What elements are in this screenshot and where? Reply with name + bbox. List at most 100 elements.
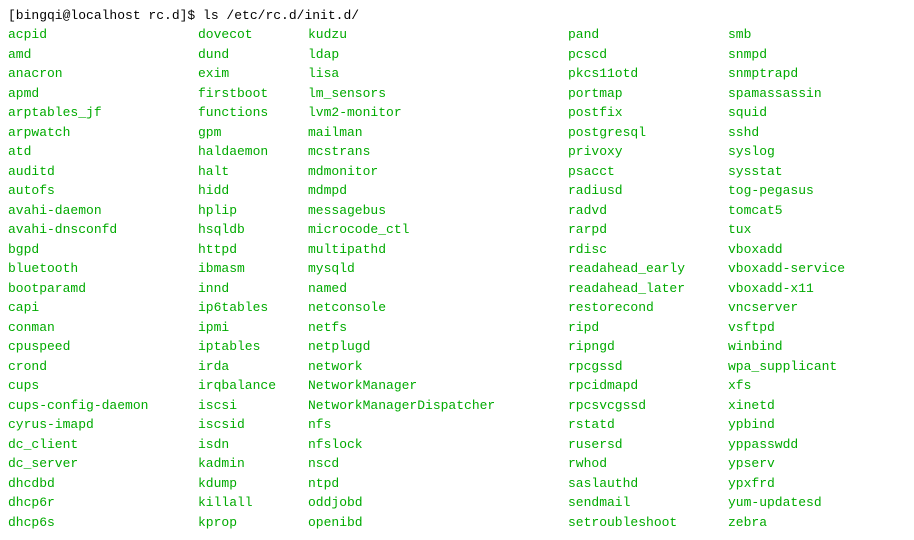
file-entry: tomcat5 [728,201,888,221]
file-entry: irqbalance [198,376,308,396]
file-entry: wpa_supplicant [728,357,888,377]
file-entry: restorecond [568,298,728,318]
file-entry: hplip [198,201,308,221]
file-entry: dund [198,45,308,65]
file-entry: isdn [198,435,308,455]
file-entry: vboxadd [728,240,888,260]
file-entry: pkcs11otd [568,64,728,84]
file-entry: crond [8,357,198,377]
file-entry: hsqldb [198,220,308,240]
file-entry: netfs [308,318,568,338]
file-entry: bootparamd [8,279,198,299]
file-entry: irda [198,357,308,377]
file-entry: amd [8,45,198,65]
directory-listing: acpidamdanacronapmdarptables_jfarpwatcha… [8,25,906,532]
file-entry: httpd [198,240,308,260]
file-entry: openibd [308,513,568,533]
file-entry: ripd [568,318,728,338]
file-entry: messagebus [308,201,568,221]
file-entry: ibmasm [198,259,308,279]
file-entry: avahi-dnsconfd [8,220,198,240]
listing-column-1: acpidamdanacronapmdarptables_jfarpwatcha… [8,25,198,532]
file-entry: mcstrans [308,142,568,162]
file-entry: smb [728,25,888,45]
file-entry: mailman [308,123,568,143]
file-entry: capi [8,298,198,318]
file-entry: syslog [728,142,888,162]
file-entry: iptables [198,337,308,357]
file-entry: kudzu [308,25,568,45]
file-entry: network [308,357,568,377]
file-entry: dhcp6r [8,493,198,513]
file-entry: mdmpd [308,181,568,201]
file-entry: postfix [568,103,728,123]
file-entry: dovecot [198,25,308,45]
file-entry: cpuspeed [8,337,198,357]
file-entry: saslauthd [568,474,728,494]
file-entry: lisa [308,64,568,84]
file-entry: rwhod [568,454,728,474]
file-entry: halt [198,162,308,182]
file-entry: yum-updatesd [728,493,888,513]
file-entry: ipmi [198,318,308,338]
file-entry: cups-config-daemon [8,396,198,416]
file-entry: firstboot [198,84,308,104]
file-entry: dhcp6s [8,513,198,533]
file-entry: rstatd [568,415,728,435]
file-entry: readahead_early [568,259,728,279]
file-entry: haldaemon [198,142,308,162]
file-entry: killall [198,493,308,513]
file-entry: pcscd [568,45,728,65]
file-entry: mdmonitor [308,162,568,182]
file-entry: iscsid [198,415,308,435]
file-entry: portmap [568,84,728,104]
file-entry: dc_client [8,435,198,455]
file-entry: postgresql [568,123,728,143]
file-entry: arptables_jf [8,103,198,123]
listing-column-5: smbsnmpdsnmptrapdspamassassinsquidsshdsy… [728,25,888,532]
file-entry: winbind [728,337,888,357]
file-entry: kadmin [198,454,308,474]
file-entry: NetworkManagerDispatcher [308,396,568,416]
file-entry: radvd [568,201,728,221]
file-entry: apmd [8,84,198,104]
file-entry: conman [8,318,198,338]
file-entry: dc_server [8,454,198,474]
file-entry: acpid [8,25,198,45]
file-entry: nfs [308,415,568,435]
file-entry: multipathd [308,240,568,260]
file-entry: dhcdbd [8,474,198,494]
file-entry: nfslock [308,435,568,455]
file-entry: privoxy [568,142,728,162]
file-entry: autofs [8,181,198,201]
file-entry: kprop [198,513,308,533]
file-entry: zebra [728,513,888,533]
file-entry: atd [8,142,198,162]
file-entry: arpwatch [8,123,198,143]
file-entry: cyrus-imapd [8,415,198,435]
file-entry: sendmail [568,493,728,513]
file-entry: yppasswdd [728,435,888,455]
file-entry: exim [198,64,308,84]
file-entry: kdump [198,474,308,494]
file-entry: rusersd [568,435,728,455]
file-entry: rpcidmapd [568,376,728,396]
file-entry: lm_sensors [308,84,568,104]
file-entry: rpcsvcgssd [568,396,728,416]
file-entry: ypxfrd [728,474,888,494]
listing-column-4: pandpcscdpkcs11otdportmappostfixpostgres… [568,25,728,532]
file-entry: snmptrapd [728,64,888,84]
file-entry: lvm2-monitor [308,103,568,123]
file-entry: sysstat [728,162,888,182]
file-entry: auditd [8,162,198,182]
file-entry: squid [728,103,888,123]
listing-column-2: dovecotdundeximfirstbootfunctionsgpmhald… [198,25,308,532]
file-entry: innd [198,279,308,299]
file-entry: sshd [728,123,888,143]
file-entry: vncserver [728,298,888,318]
file-entry: anacron [8,64,198,84]
file-entry: spamassassin [728,84,888,104]
file-entry: oddjobd [308,493,568,513]
file-entry: vboxadd-x11 [728,279,888,299]
file-entry: ypbind [728,415,888,435]
